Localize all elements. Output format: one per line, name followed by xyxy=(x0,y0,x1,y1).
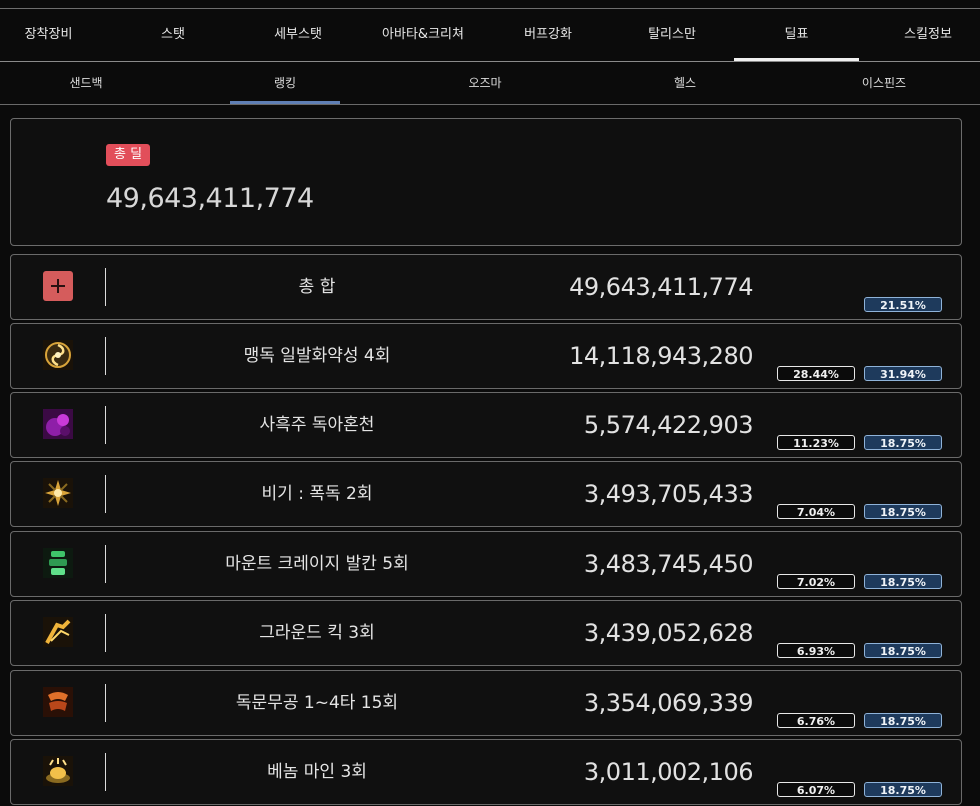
row-divider xyxy=(105,614,106,652)
damage-row: 사흑주 독아혼천 5,574,422,903 11.23% 18.75% xyxy=(10,392,962,458)
ratio-badge: 31.94% xyxy=(864,366,942,381)
row-divider xyxy=(105,337,106,375)
damage-row: 베놈 마인 3회 3,011,002,106 6.07% 18.75% xyxy=(10,739,962,805)
venom-mine-skill-icon xyxy=(43,756,73,786)
subtab-ranking[interactable]: 랭킹 xyxy=(230,62,340,104)
plus-icon[interactable] xyxy=(43,271,73,301)
damage-amount: 3,011,002,106 xyxy=(583,758,754,786)
share-badge: 7.04% xyxy=(777,504,855,519)
purple-curse-skill-icon xyxy=(43,409,73,439)
damage-amount: 3,439,052,628 xyxy=(583,619,754,647)
subtab-sandbag[interactable]: 샌드백 xyxy=(36,62,136,104)
sub-nav-divider xyxy=(0,104,980,105)
green-mount-skill-icon xyxy=(43,548,73,578)
share-badge: 11.23% xyxy=(777,435,855,450)
row-divider xyxy=(105,406,106,444)
damage-amount: 3,493,705,433 xyxy=(583,480,754,508)
total-damage-value: 49,643,411,774 xyxy=(106,183,314,214)
share-badge: 6.76% xyxy=(777,713,855,728)
damage-row: 맹독 일발화약성 4회 14,118,943,280 28.44% 31.94% xyxy=(10,323,962,389)
skill-name: 베놈 마인 3회 xyxy=(267,762,367,782)
ratio-badge: 18.75% xyxy=(864,643,942,658)
damage-row: 마운트 크레이지 발칸 5회 3,483,745,450 7.02% 18.75… xyxy=(10,531,962,597)
burst-skill-icon xyxy=(43,478,73,508)
ratio-badge: 18.75% xyxy=(864,713,942,728)
subtab-ozma[interactable]: 오즈마 xyxy=(435,62,535,104)
tab-buff-enhance[interactable]: 버프강화 xyxy=(498,9,598,61)
damage-amount: 3,483,745,450 xyxy=(583,550,754,578)
ratio-badge: 18.75% xyxy=(864,782,942,797)
subtab-ispins[interactable]: 이스핀즈 xyxy=(834,62,934,104)
row-divider xyxy=(105,268,106,306)
total-damage-card: 총 딜 49,643,411,774 xyxy=(10,118,962,246)
kick-skill-icon xyxy=(43,617,73,647)
ratio-badge: 18.75% xyxy=(864,574,942,589)
ratio-badge: 21.51% xyxy=(864,297,942,312)
claw-skill-icon xyxy=(43,687,73,717)
skill-name: 비기 : 폭독 2회 xyxy=(261,484,373,504)
skill-name: 총 합 xyxy=(298,277,336,297)
share-badge: 6.93% xyxy=(777,643,855,658)
tab-skill-info[interactable]: 스킬정보 xyxy=(878,9,978,61)
sub-tab-bar: 샌드백 랭킹 오즈마 헬스 이스핀즈 xyxy=(0,62,980,104)
damage-row-total: 총 합 49,643,411,774 21.51% xyxy=(10,254,962,320)
skill-name: 독문무공 1~4타 15회 xyxy=(235,693,399,713)
damage-amount: 14,118,943,280 xyxy=(569,342,753,370)
skill-name: 사흑주 독아혼천 xyxy=(259,415,375,435)
total-damage-badge: 총 딜 xyxy=(106,144,151,166)
damage-row: 독문무공 1~4타 15회 3,354,069,339 6.76% 18.75% xyxy=(10,670,962,736)
main-tab-bar: 장착장비 스탯 세부스탯 아바타&크리쳐 버프강화 탈리스만 딜표 스킬정보 xyxy=(0,9,980,61)
damage-amount: 3,354,069,339 xyxy=(583,689,754,717)
tab-damage-table[interactable]: 딜표 xyxy=(734,9,859,61)
row-divider xyxy=(105,475,106,513)
tab-detail-stats[interactable]: 세부스탯 xyxy=(248,9,348,61)
share-badge: 6.07% xyxy=(777,782,855,797)
skill-name: 마운트 크레이지 발칸 5회 xyxy=(225,554,409,574)
damage-row: 비기 : 폭독 2회 3,493,705,433 7.04% 18.75% xyxy=(10,461,962,527)
tab-avatar-creature[interactable]: 아바타&크리쳐 xyxy=(368,9,478,61)
swirl-skill-icon xyxy=(43,340,73,370)
skill-name: 그라운드 킥 3회 xyxy=(259,623,375,643)
ratio-badge: 18.75% xyxy=(864,435,942,450)
share-badge: 28.44% xyxy=(777,366,855,381)
share-badge: 7.02% xyxy=(777,574,855,589)
tab-talisman[interactable]: 탈리스만 xyxy=(622,9,722,61)
row-divider xyxy=(105,753,106,791)
ratio-badge: 18.75% xyxy=(864,504,942,519)
skill-name: 맹독 일발화약성 4회 xyxy=(243,346,391,366)
tab-stats[interactable]: 스탯 xyxy=(124,9,222,61)
damage-amount: 5,574,422,903 xyxy=(583,411,754,439)
damage-row: 그라운드 킥 3회 3,439,052,628 6.93% 18.75% xyxy=(10,600,962,666)
damage-amount: 49,643,411,774 xyxy=(569,273,753,301)
row-divider xyxy=(105,545,106,583)
subtab-hells[interactable]: 헬스 xyxy=(635,62,735,104)
row-divider xyxy=(105,684,106,722)
tab-equipment[interactable]: 장착장비 xyxy=(0,9,97,61)
